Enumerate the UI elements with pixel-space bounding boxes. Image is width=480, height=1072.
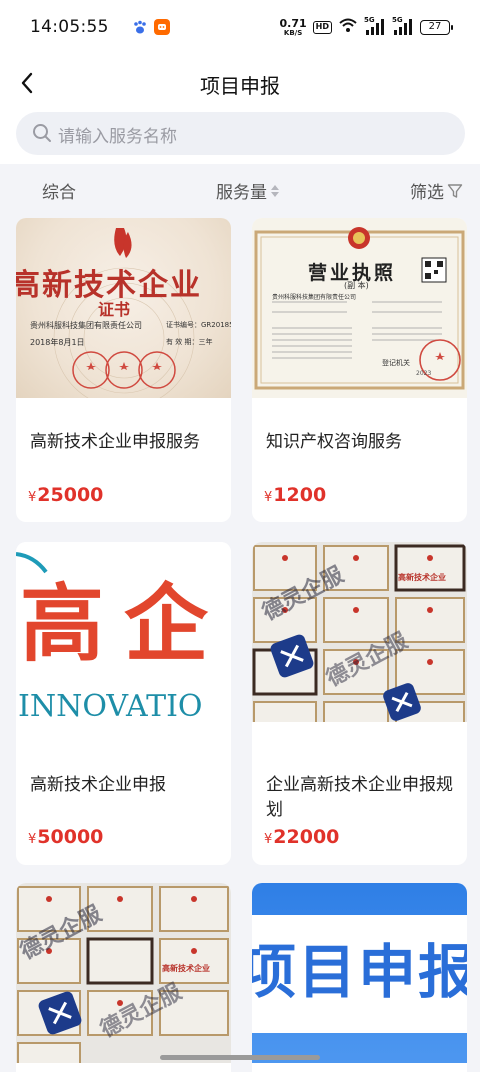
certificate-number-label: 证书编号： (166, 321, 201, 329)
card-image-business-license: 营业执照 (副 本) 贵州科服科技集团有限责任公司 登记机关 2023 (252, 218, 467, 398)
page-title: 项目申报 (200, 74, 280, 98)
service-card[interactable]: 高新技术企业 德灵企服 德灵企服 企业高新技术企业申报规划 ¥22000 (252, 542, 467, 865)
price-currency: ¥ (264, 490, 273, 505)
signal-icon-sim2: 5G (392, 16, 414, 36)
card-title: 高新技术企业申报服务 (30, 432, 200, 452)
banner-big-text: 高企 (20, 575, 229, 673)
status-bar: 14:05:55 0.71 KB/S HD 5G 5G 27 (0, 0, 480, 56)
service-card[interactable]: 高新技术企业 德灵企服 德灵企服 (16, 883, 231, 1072)
filter-comprehensive-label: 综合 (42, 183, 76, 203)
hd-badge: HD (312, 20, 332, 34)
taobao-app-icon (154, 19, 170, 35)
filter-comprehensive[interactable]: 综合 (42, 178, 76, 203)
price-currency: ¥ (28, 490, 37, 505)
filter-service-volume-label: 服务量 (216, 183, 267, 203)
card-price: ¥25000 (28, 484, 103, 506)
nav-bar: 项目申报 (0, 56, 480, 112)
filter-bar: 综合 服务量 筛选 (0, 164, 480, 214)
search-icon (33, 124, 51, 142)
baidu-paw-icon (132, 19, 148, 35)
card-image-gaoqi-banner: 高企 INNOVATIO (16, 542, 231, 722)
service-card[interactable]: 营业执照 (副 本) 贵州科服科技集团有限责任公司 登记机关 2023 知识产权… (252, 218, 467, 522)
signal-icon-sim1: 5G (364, 16, 386, 36)
card-title: 知识产权咨询服务 (266, 432, 402, 452)
filter-screen[interactable]: 筛选 (410, 178, 463, 203)
price-currency: ¥ (28, 832, 37, 847)
certificate-number: GR2018520 (201, 321, 231, 329)
certificate-sub: 证书 (98, 300, 131, 319)
card-image-certificate-wall: 高新技术企业 德灵企服 德灵企服 (16, 883, 231, 1063)
price-value: 22000 (273, 826, 340, 848)
certificate-wall (252, 544, 466, 722)
mini-cert-label: 高新技术企业 (162, 964, 210, 973)
card-image-certificate-wall: 高新技术企业 德灵企服 德灵企服 (252, 542, 467, 722)
license-year: 2023 (416, 370, 432, 377)
battery-indicator: 27 (420, 19, 453, 35)
card-price: ¥50000 (28, 826, 103, 848)
banner-word: INNOVATIO (18, 689, 203, 723)
sort-icon (271, 184, 279, 197)
certificate-date: 2018年8月1日 (30, 338, 85, 347)
search-bar: 请输入服务名称 (0, 112, 480, 164)
status-indicators: 0.71 KB/S HD 5G 5G 27 (280, 16, 453, 38)
card-title: 企业高新技术企业申报规划 (266, 775, 453, 820)
certificate-validity: 有 效 期：三年 (166, 338, 213, 346)
service-card[interactable]: 高新技术企业 证书 贵州科服科技集团有限责任公司 证书编号：GR2018520 … (16, 218, 231, 522)
project-banner-text: 项目申报 (252, 938, 467, 1006)
net-speed: 0.71 KB/S (280, 18, 307, 37)
license-sub: (副 本) (344, 281, 369, 290)
search-input[interactable]: 请输入服务名称 (16, 112, 465, 155)
certificate-company: 贵州科服科技集团有限责任公司 (30, 321, 142, 330)
price-value: 50000 (37, 826, 104, 848)
license-office: 登记机关 (382, 359, 410, 367)
card-image-certificate: 高新技术企业 证书 贵州科服科技集团有限责任公司 证书编号：GR2018520 … (16, 218, 231, 398)
price-value: 25000 (37, 484, 104, 506)
net-speed-unit: KB/S (283, 28, 303, 37)
service-card[interactable]: 项目申报 (252, 883, 467, 1072)
license-decoration (254, 227, 465, 390)
card-title: 高新技术企业申报 (30, 775, 166, 795)
net-speed-value: 0.71 (279, 16, 307, 30)
mini-cert-label: 高新技术企业 (398, 573, 446, 582)
filter-funnel-icon (447, 183, 463, 198)
service-card[interactable]: 高企 INNOVATIO 高新技术企业申报 ¥50000 (16, 542, 231, 865)
price-value: 1200 (273, 484, 327, 506)
filter-service-volume[interactable]: 服务量 (216, 178, 280, 203)
status-time: 14:05:55 (30, 17, 109, 37)
card-price: ¥22000 (264, 826, 339, 848)
filter-screen-label: 筛选 (410, 183, 444, 203)
home-indicator[interactable] (160, 1055, 320, 1060)
card-price: ¥1200 (264, 484, 326, 506)
license-company: 贵州科服科技集团有限责任公司 (272, 294, 357, 301)
card-image-project-banner: 项目申报 (252, 883, 467, 1063)
search-placeholder: 请输入服务名称 (58, 127, 177, 147)
price-currency: ¥ (264, 832, 273, 847)
certificate-number-row: 证书编号：GR2018520 (166, 320, 231, 330)
wifi-icon (338, 17, 358, 37)
